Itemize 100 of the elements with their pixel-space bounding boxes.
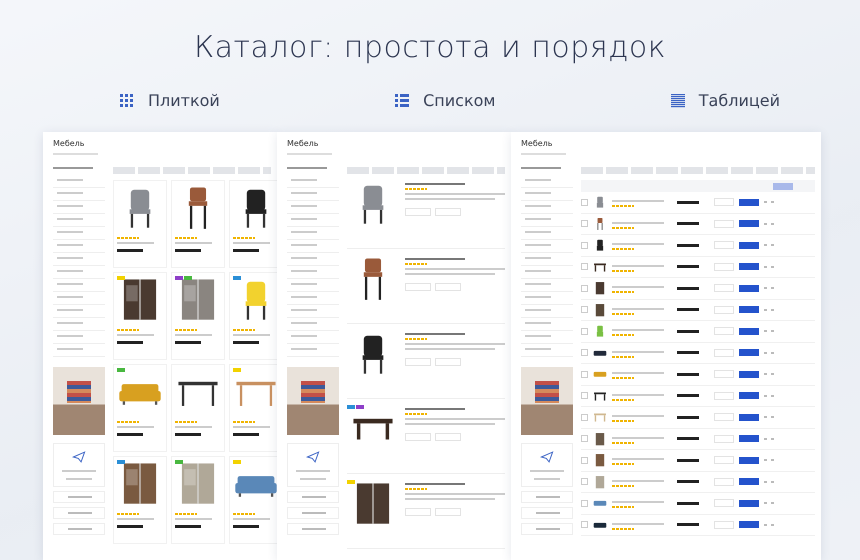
rating-line bbox=[117, 237, 139, 239]
rating-line bbox=[233, 237, 255, 239]
cart-button[interactable] bbox=[739, 478, 759, 486]
product-card[interactable] bbox=[113, 180, 167, 268]
paper-plane-icon bbox=[72, 450, 86, 464]
price-line bbox=[677, 437, 699, 440]
price-line bbox=[233, 433, 259, 436]
catalog-menu-line bbox=[53, 167, 93, 169]
view-label: Таблицей bbox=[698, 91, 780, 110]
cart-button[interactable] bbox=[739, 521, 759, 528]
rating-line bbox=[612, 398, 634, 401]
price-line bbox=[677, 286, 699, 290]
rating-line bbox=[612, 377, 634, 380]
breadcrumb-line bbox=[53, 153, 98, 155]
cart-button[interactable] bbox=[739, 242, 759, 249]
rating-line bbox=[405, 338, 427, 340]
price-line bbox=[677, 222, 699, 226]
rating-line bbox=[405, 188, 427, 190]
price-line bbox=[677, 394, 699, 398]
checkbox[interactable] bbox=[581, 242, 588, 249]
price-line bbox=[117, 525, 143, 528]
rating-line bbox=[612, 334, 634, 336]
cart-button[interactable] bbox=[739, 392, 759, 400]
rating-line bbox=[175, 237, 197, 239]
product-card[interactable] bbox=[171, 364, 225, 452]
rating-line bbox=[612, 463, 634, 466]
price-line bbox=[233, 341, 259, 344]
price-line bbox=[117, 249, 143, 252]
cart-button[interactable] bbox=[739, 328, 759, 335]
view-label: Плиткой bbox=[148, 91, 220, 110]
rating-line bbox=[612, 356, 634, 358]
checkbox[interactable] bbox=[581, 500, 588, 507]
product-card[interactable] bbox=[113, 456, 167, 544]
rating-line bbox=[233, 421, 255, 423]
checkbox[interactable] bbox=[581, 521, 588, 528]
price-line bbox=[175, 341, 201, 344]
price-line bbox=[677, 372, 699, 376]
cart-button[interactable] bbox=[739, 263, 759, 270]
checkbox[interactable] bbox=[581, 284, 588, 292]
rating-line bbox=[405, 263, 427, 265]
checkbox[interactable] bbox=[581, 456, 588, 464]
view-label: Списком bbox=[423, 91, 496, 110]
cart-button[interactable] bbox=[739, 349, 759, 356]
paper-plane-icon bbox=[540, 450, 554, 464]
checkbox[interactable] bbox=[581, 349, 588, 356]
catalog-heading: Мебель bbox=[287, 139, 320, 148]
product-card[interactable] bbox=[113, 272, 167, 360]
cart-button[interactable] bbox=[739, 198, 759, 206]
rating-line bbox=[405, 488, 427, 490]
rating-line bbox=[117, 421, 139, 423]
checkbox[interactable] bbox=[581, 370, 588, 378]
cart-button[interactable] bbox=[739, 435, 759, 442]
price-line bbox=[175, 249, 201, 252]
price-line bbox=[677, 416, 699, 419]
rating-line bbox=[175, 329, 197, 331]
cart-button[interactable] bbox=[739, 500, 759, 507]
price-line bbox=[677, 308, 699, 312]
rating-line bbox=[612, 506, 634, 508]
price-line bbox=[677, 351, 699, 354]
photo-placeholder bbox=[521, 367, 573, 435]
checkbox[interactable] bbox=[581, 478, 588, 486]
checkbox[interactable] bbox=[581, 435, 588, 442]
checkbox[interactable] bbox=[581, 220, 588, 228]
table-icon bbox=[670, 94, 685, 108]
cart-button[interactable] bbox=[739, 414, 759, 421]
checkbox[interactable] bbox=[581, 306, 588, 314]
price-line bbox=[677, 502, 699, 505]
cart-button[interactable] bbox=[739, 284, 759, 292]
cart-button[interactable] bbox=[739, 370, 759, 378]
breadcrumb-line bbox=[521, 153, 566, 155]
product-card[interactable] bbox=[171, 180, 225, 268]
checkbox[interactable] bbox=[581, 414, 588, 421]
catalog-menu-line bbox=[287, 167, 327, 169]
cart-button[interactable] bbox=[739, 306, 759, 314]
cart-button[interactable] bbox=[739, 220, 759, 228]
rating-line bbox=[233, 329, 255, 331]
paper-plane-icon bbox=[306, 450, 320, 464]
rating-line bbox=[233, 513, 255, 515]
rating-line bbox=[612, 291, 634, 294]
price-line bbox=[117, 433, 143, 436]
price-line bbox=[233, 525, 259, 528]
page-title: Каталог: простота и порядок bbox=[194, 30, 666, 65]
price-line bbox=[175, 525, 201, 528]
rating-line bbox=[612, 270, 634, 272]
list-icon bbox=[395, 94, 410, 108]
checkbox[interactable] bbox=[581, 328, 588, 335]
cart-button[interactable] bbox=[739, 456, 759, 464]
checkbox[interactable] bbox=[581, 198, 588, 206]
price-line bbox=[233, 249, 259, 252]
checkbox[interactable] bbox=[581, 392, 588, 400]
price-line bbox=[677, 200, 699, 204]
catalog-menu-line bbox=[521, 167, 561, 169]
checkbox[interactable] bbox=[581, 263, 588, 270]
catalog-heading: Мебель bbox=[521, 139, 554, 148]
rating-line bbox=[612, 205, 634, 208]
price-line bbox=[677, 458, 699, 462]
rating-line bbox=[117, 329, 139, 331]
rating-line bbox=[612, 312, 634, 315]
rating-line bbox=[405, 413, 427, 415]
rating-line bbox=[612, 420, 634, 422]
